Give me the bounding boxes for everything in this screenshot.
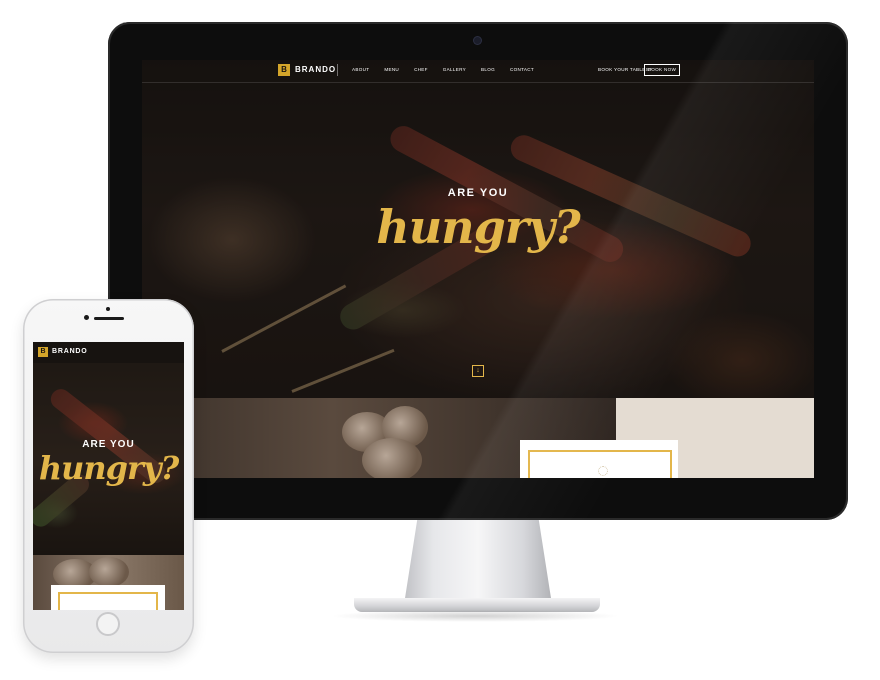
arrow-down-icon[interactable]: ↓ <box>472 365 484 377</box>
logo-text[interactable]: BRANDO <box>52 348 88 355</box>
nav-divider <box>337 64 338 76</box>
nav-link-blog[interactable]: BLOG <box>481 67 495 72</box>
hero-headline: hungry? <box>376 200 580 254</box>
nav-link-gallery[interactable]: GALLERY <box>443 67 466 72</box>
nav-link-menu[interactable]: MENU <box>384 67 399 72</box>
mobile-phone: B BRANDO ARE YOU hungry? <box>23 299 194 653</box>
desktop-monitor: B BRANDO ABOUT MENU CHEF GALLERY BLOG CO… <box>108 22 848 520</box>
hero-kicker: ARE YOU <box>447 187 509 199</box>
base-shadow <box>330 610 620 622</box>
food-decoration <box>362 438 422 478</box>
mobile-header: B BRANDO <box>33 342 184 363</box>
card-frame <box>58 592 158 610</box>
food-decoration <box>89 557 129 587</box>
ornament-icon <box>598 466 608 476</box>
speaker-icon <box>94 317 124 320</box>
monitor-stand <box>404 520 552 602</box>
nav-link-chef[interactable]: CHEF <box>414 67 428 72</box>
nav-links: ABOUT MENU CHEF GALLERY BLOG CONTACT <box>352 67 534 72</box>
intro-card <box>51 585 165 610</box>
desktop-screen: B BRANDO ABOUT MENU CHEF GALLERY BLOG CO… <box>142 60 814 478</box>
webcam-icon <box>474 37 481 44</box>
sensor-icon <box>106 307 110 311</box>
front-camera-icon <box>84 315 89 320</box>
hero-section: B BRANDO ABOUT MENU CHEF GALLERY BLOG CO… <box>142 60 814 398</box>
mobile-screen: B BRANDO ARE YOU hungry? <box>33 342 184 610</box>
top-navigation: B BRANDO ABOUT MENU CHEF GALLERY BLOG CO… <box>142 60 814 83</box>
intro-section <box>142 398 814 478</box>
nav-link-about[interactable]: ABOUT <box>352 67 369 72</box>
hero-headline: hungry? <box>38 449 179 487</box>
mobile-hero: ARE YOU hungry? <box>33 363 184 555</box>
intro-card <box>520 440 678 478</box>
logo-text[interactable]: BRANDO <box>295 65 336 74</box>
logo-icon[interactable]: B <box>38 347 48 357</box>
nav-link-contact[interactable]: CONTACT <box>510 67 534 72</box>
logo-icon[interactable]: B <box>278 64 290 76</box>
home-button[interactable] <box>96 612 120 636</box>
book-now-button[interactable]: BOOK NOW <box>644 64 680 76</box>
